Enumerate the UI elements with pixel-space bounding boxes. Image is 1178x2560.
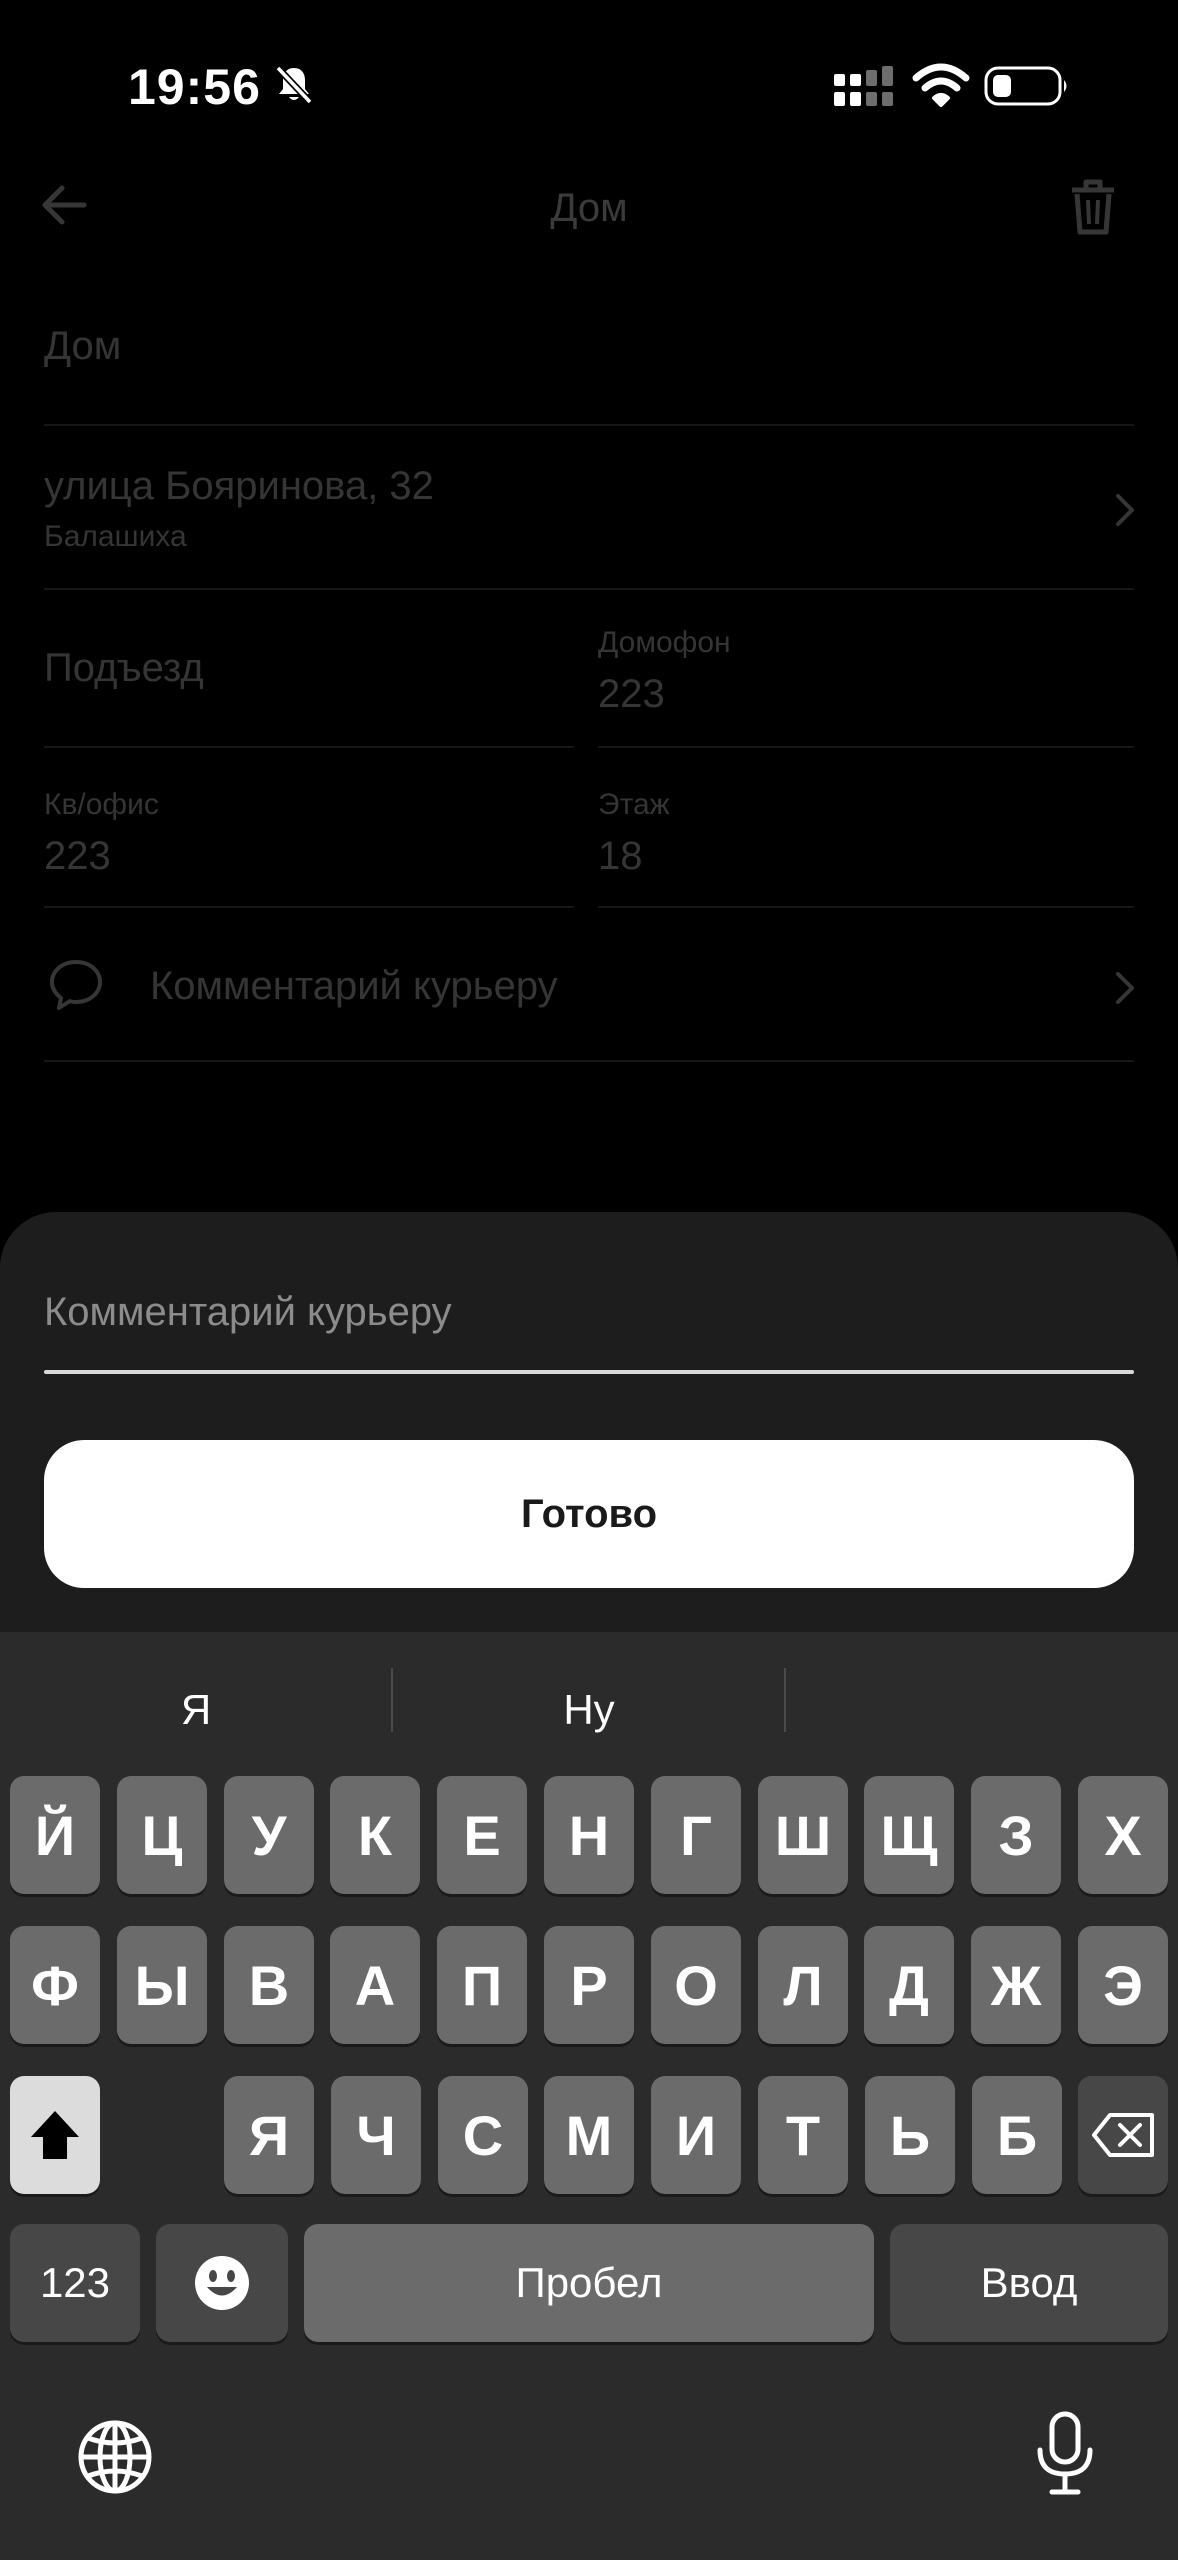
- apartment-value[interactable]: 223: [44, 834, 111, 879]
- nav-title: Дом: [550, 186, 628, 230]
- address-name-field[interactable]: Дом: [44, 324, 121, 369]
- space-key[interactable]: Пробел: [304, 2224, 874, 2342]
- divider: [598, 906, 1134, 908]
- key-row2-1[interactable]: Ы: [117, 1926, 207, 2044]
- courier-comment-input[interactable]: [44, 1280, 1134, 1344]
- key-row3-6[interactable]: Ь: [865, 2076, 955, 2194]
- input-underline: [44, 1370, 1134, 1374]
- floor-label: Этаж: [598, 788, 670, 821]
- key-row2-4[interactable]: П: [437, 1926, 527, 2044]
- key-row3-0[interactable]: Я: [224, 2076, 314, 2194]
- backspace-icon: [1092, 2113, 1154, 2157]
- key-row3-4[interactable]: И: [651, 2076, 741, 2194]
- globe-icon[interactable]: [76, 2418, 154, 2496]
- key-row1-0[interactable]: Й: [10, 1776, 100, 1894]
- key-row3-1[interactable]: Ч: [331, 2076, 421, 2194]
- key-row1-8[interactable]: Щ: [864, 1776, 954, 1894]
- microphone-icon[interactable]: [1034, 2410, 1096, 2496]
- entrance-field[interactable]: Подъезд: [44, 646, 204, 691]
- key-row3-5[interactable]: Т: [758, 2076, 848, 2194]
- key-row1-6[interactable]: Г: [651, 1776, 741, 1894]
- key-row1-10[interactable]: Х: [1078, 1776, 1168, 1894]
- divider: [598, 746, 1134, 748]
- key-row1-3[interactable]: К: [330, 1776, 420, 1894]
- suggestion-3[interactable]: [786, 1672, 1178, 1748]
- backspace-key[interactable]: [1078, 2076, 1168, 2194]
- key-row1-2[interactable]: У: [224, 1776, 314, 1894]
- apartment-label: Кв/офис: [44, 788, 159, 821]
- key-row1-1[interactable]: Ц: [117, 1776, 207, 1894]
- numbers-key[interactable]: 123: [10, 2224, 140, 2342]
- key-row2-2[interactable]: В: [224, 1926, 314, 2044]
- floor-value[interactable]: 18: [598, 834, 643, 879]
- key-row1-4[interactable]: Е: [437, 1776, 527, 1894]
- key-row2-7[interactable]: Л: [758, 1926, 848, 2044]
- key-row2-3[interactable]: А: [330, 1926, 420, 2044]
- cellular-signal-icon: [834, 66, 893, 106]
- bell-slash-icon: [275, 65, 313, 105]
- suggestion-2[interactable]: Ну: [393, 1672, 785, 1748]
- intercom-value[interactable]: 223: [598, 672, 665, 717]
- key-row1-7[interactable]: Ш: [758, 1776, 848, 1894]
- key-row2-0[interactable]: Ф: [10, 1926, 100, 2044]
- divider: [44, 746, 574, 748]
- intercom-label: Домофон: [598, 626, 731, 659]
- divider: [44, 424, 1134, 426]
- divider: [44, 1060, 1134, 1062]
- key-row1-9[interactable]: З: [971, 1776, 1061, 1894]
- shift-icon: [31, 2111, 79, 2159]
- emoji-key[interactable]: [156, 2224, 288, 2342]
- chevron-right-icon: [1116, 972, 1134, 1004]
- return-key[interactable]: Ввод: [890, 2224, 1168, 2342]
- key-row3-3[interactable]: М: [544, 2076, 634, 2194]
- key-row3-2[interactable]: С: [438, 2076, 528, 2194]
- key-row2-6[interactable]: О: [651, 1926, 741, 2044]
- key-row2-8[interactable]: Д: [864, 1926, 954, 2044]
- key-row2-9[interactable]: Ж: [971, 1926, 1061, 2044]
- courier-comment-row[interactable]: Комментарий курьеру: [150, 964, 558, 1009]
- shift-key[interactable]: [10, 2076, 100, 2194]
- done-button[interactable]: Готово: [44, 1440, 1134, 1588]
- key-row2-10[interactable]: Э: [1078, 1926, 1168, 2044]
- battery-icon: [984, 66, 1067, 106]
- key-row3-7[interactable]: Б: [972, 2076, 1062, 2194]
- suggestion-1[interactable]: Я: [0, 1672, 392, 1748]
- divider: [44, 906, 574, 908]
- address-city: Балашиха: [44, 520, 187, 553]
- status-bar: 19:56: [0, 0, 1178, 170]
- wifi-icon: [912, 63, 970, 107]
- status-time: 19:56: [128, 59, 261, 115]
- address-street[interactable]: улица Бояринова, 32: [44, 464, 434, 509]
- divider: [44, 588, 1134, 590]
- trash-icon[interactable]: [1068, 178, 1118, 236]
- chevron-right-icon: [1116, 494, 1134, 526]
- emoji-icon: [195, 2256, 249, 2310]
- key-row1-5[interactable]: Н: [544, 1776, 634, 1894]
- key-row2-5[interactable]: Р: [544, 1926, 634, 2044]
- chat-bubble-icon: [50, 960, 102, 1010]
